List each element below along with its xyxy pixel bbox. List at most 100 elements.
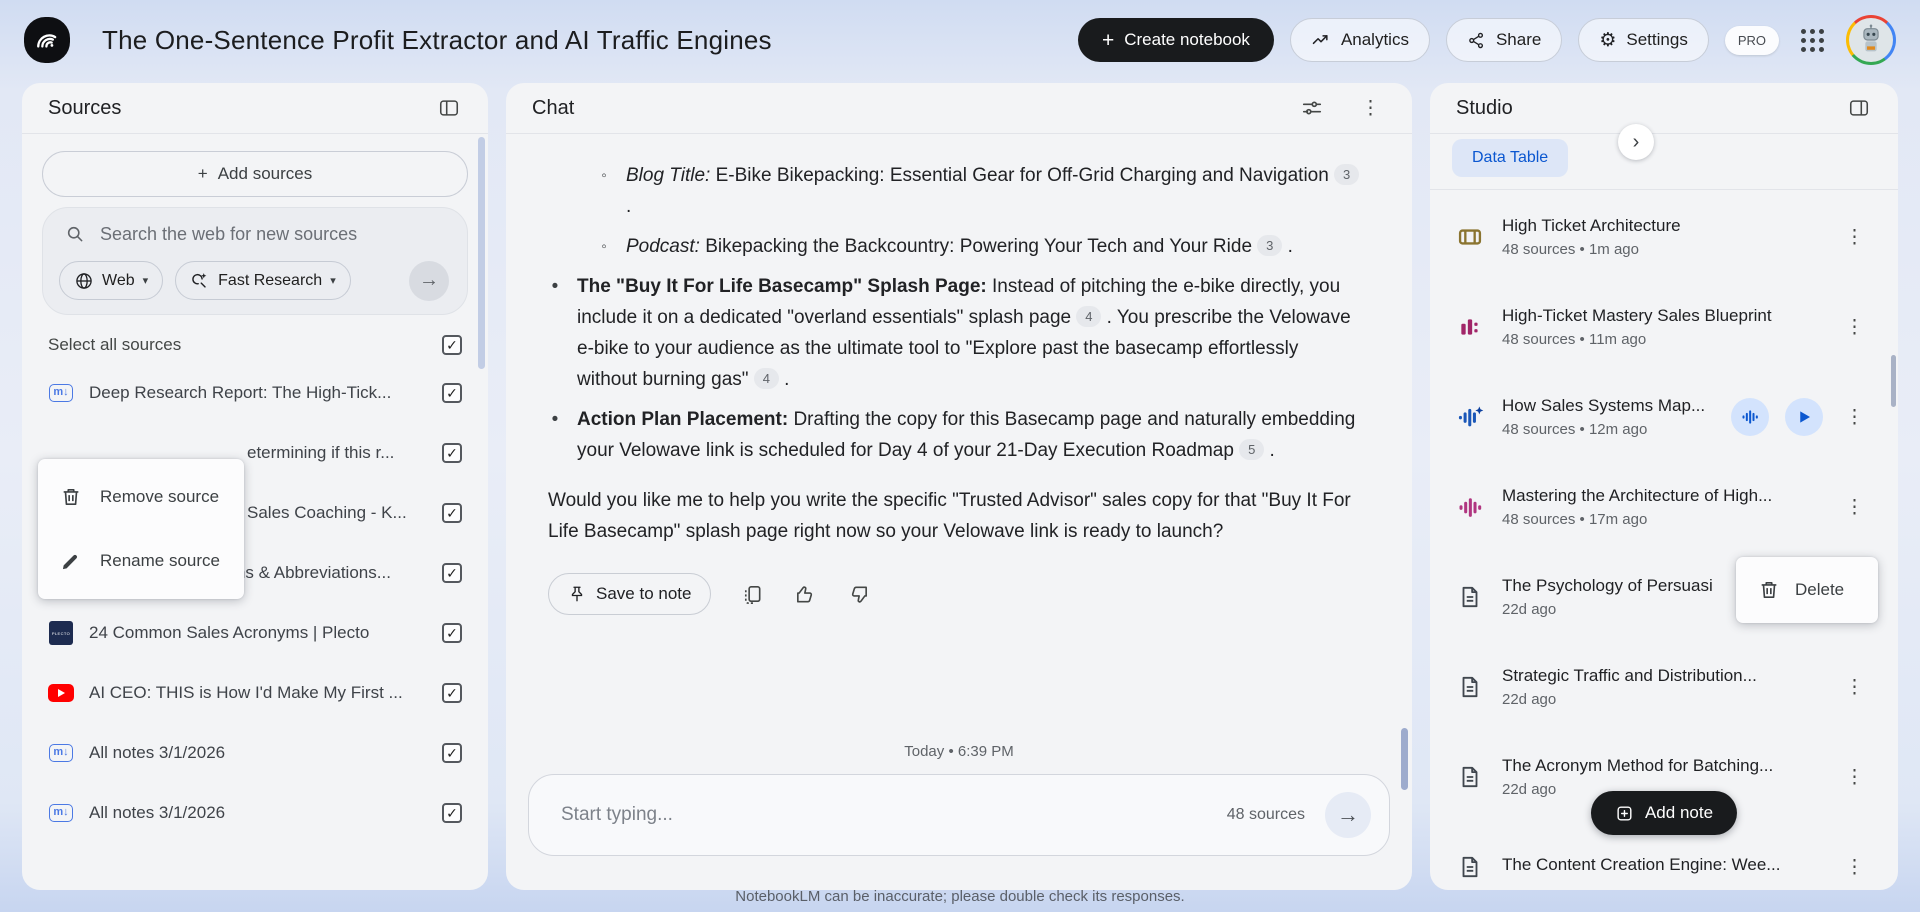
search-filters-row: Web ▾ Fast Research ▾ → <box>59 260 451 301</box>
source-row[interactable]: m↓ All notes 3/1/2026 ✓ <box>22 723 488 783</box>
save-to-note-label: Save to note <box>596 584 692 603</box>
add-sources-label: Add sources <box>217 164 313 183</box>
send-button[interactable]: → <box>1325 792 1371 838</box>
add-sources-button[interactable]: + Add sources <box>42 151 468 197</box>
search-input[interactable] <box>100 224 451 245</box>
thumbs-up-icon[interactable] <box>794 583 817 606</box>
delete-label: Delete <box>1795 580 1845 599</box>
studio-item-title: How Sales Systems Map... <box>1502 396 1706 415</box>
bullet-icon: • <box>551 276 559 297</box>
studio-item-text: High Ticket Architecture 48 sources • 1m… <box>1502 216 1823 258</box>
studio-item[interactable]: How Sales Systems Map... 48 sources • 12… <box>1430 372 1898 462</box>
bullet-icon: • <box>551 409 559 430</box>
chips-next-arrow-button[interactable]: › <box>1618 124 1654 160</box>
source-checkbox[interactable]: ✓ <box>442 803 462 823</box>
pro-badge: PRO <box>1724 25 1779 55</box>
chat-settings-tune-icon[interactable] <box>1299 95 1325 121</box>
closing-question: Would you like me to help you write the … <box>548 490 1351 542</box>
header-actions: + Create notebook Analytics Share ⚙ Sett… <box>1077 15 1896 65</box>
list-item: • Action Plan Placement: Drafting the co… <box>548 404 1362 466</box>
source-checkbox[interactable]: ✓ <box>442 563 462 583</box>
notebooklm-logo-icon[interactable] <box>24 17 70 63</box>
notebook-title[interactable]: The One-Sentence Profit Extractor and AI… <box>102 25 772 56</box>
select-all-checkbox[interactable]: ✓ <box>442 335 462 355</box>
studio-item[interactable]: Mastering the Architecture of High... 48… <box>1430 462 1898 552</box>
sources-panel: Sources + Add sources Search the web for… <box>22 83 488 890</box>
studio-item[interactable]: Strategic Traffic and Distribution... 22… <box>1430 642 1898 732</box>
source-row[interactable]: m↓ All notes 3/1/2026 ✓ <box>22 783 488 843</box>
list-item: ◦ Podcast: Bikepacking the Backcountry: … <box>597 231 1362 262</box>
remove-source-menu-item[interactable]: Remove source <box>38 465 244 529</box>
chat-more-menu-icon[interactable]: ⋮ <box>1355 93 1386 124</box>
interactive-mode-button[interactable] <box>1731 398 1769 436</box>
disclaimer-text: NotebookLM can be inaccurate; please dou… <box>735 888 1185 905</box>
source-checkbox[interactable]: ✓ <box>442 623 462 643</box>
search-submit-button[interactable]: → <box>409 260 449 301</box>
source-checkbox[interactable]: ✓ <box>442 503 462 523</box>
source-title: AI CEO: THIS is How I'd Make My First ..… <box>89 683 403 702</box>
source-row[interactable]: PLECTO 24 Common Sales Acronyms | Plecto… <box>22 603 488 663</box>
delete-menu-item[interactable]: Delete <box>1736 561 1878 619</box>
chevron-down-icon: ▾ <box>142 275 149 287</box>
collapse-studio-panel-icon[interactable] <box>1846 95 1872 121</box>
studio-item-menu-icon[interactable]: ⋮ <box>1839 492 1870 523</box>
trending-up-icon <box>1311 30 1331 50</box>
studio-item-menu-icon[interactable]: ⋮ <box>1839 222 1870 253</box>
chat-input[interactable] <box>561 804 1207 826</box>
chat-timestamp: Today • 6:39 PM <box>904 743 1014 760</box>
source-checkbox[interactable]: ✓ <box>442 683 462 703</box>
studio-item-text: How Sales Systems Map... 48 sources • 12… <box>1502 396 1715 438</box>
citation-chip[interactable]: 3 <box>1334 164 1360 185</box>
studio-item-menu-icon[interactable]: ⋮ <box>1839 312 1870 343</box>
collapse-sources-panel-icon[interactable] <box>436 95 462 121</box>
studio-item-menu-icon[interactable]: ⋮ <box>1839 672 1870 703</box>
studio-item-menu-icon[interactable]: ⋮ <box>1839 762 1870 793</box>
rename-source-menu-item[interactable]: Rename source <box>38 529 244 593</box>
chat-panel: Chat ⋮ ◦ Blog Title: E-Bike Bikepacking:… <box>506 83 1412 890</box>
thumbs-down-icon[interactable] <box>847 583 870 606</box>
citation-chip[interactable]: 4 <box>753 368 779 389</box>
studio-item-menu-icon[interactable]: ⋮ <box>1839 852 1870 883</box>
web-filter-dropdown[interactable]: Web ▾ <box>59 261 164 300</box>
share-button[interactable]: Share <box>1445 18 1563 62</box>
studio-item-menu-icon[interactable]: ⋮ <box>1839 402 1870 433</box>
citation-chip[interactable]: 5 <box>1239 439 1265 460</box>
sources-scrollbar[interactable] <box>478 137 485 369</box>
sub-bullet-list: ◦ Blog Title: E-Bike Bikepacking: Essent… <box>597 160 1362 262</box>
copy-icon[interactable] <box>741 583 764 606</box>
citation-chip[interactable]: 4 <box>1076 306 1102 327</box>
source-row[interactable]: m↓ Deep Research Report: The High-Tick..… <box>22 363 488 423</box>
studio-scrollbar[interactable] <box>1891 355 1896 407</box>
settings-button[interactable]: ⚙ Settings <box>1578 18 1709 62</box>
user-avatar[interactable] <box>1846 15 1896 65</box>
studio-item-title: High Ticket Architecture <box>1502 216 1681 235</box>
analytics-button[interactable]: Analytics <box>1289 18 1430 62</box>
research-sparkle-icon <box>190 271 210 291</box>
divider <box>1430 189 1898 190</box>
play-button[interactable] <box>1785 398 1823 436</box>
notebooklm-app: { "header": { "title": "The One-Sentence… <box>0 0 1920 912</box>
chat-scrollbar[interactable] <box>1401 728 1408 790</box>
source-checkbox[interactable]: ✓ <box>442 443 462 463</box>
app-header: The One-Sentence Profit Extractor and AI… <box>0 0 1920 80</box>
citation-chip[interactable]: 3 <box>1257 235 1283 256</box>
save-to-note-button[interactable]: Save to note <box>548 573 712 615</box>
create-notebook-button[interactable]: + Create notebook <box>1077 18 1274 62</box>
source-checkbox[interactable]: ✓ <box>442 383 462 403</box>
source-row[interactable]: AI CEO: THIS is How I'd Make My First ..… <box>22 663 488 723</box>
add-note-button[interactable]: Add note <box>1590 791 1738 835</box>
source-context-menu: Remove source Rename source <box>38 459 244 599</box>
studio-item[interactable]: High-Ticket Mastery Sales Blueprint 48 s… <box>1430 282 1898 372</box>
source-checkbox[interactable]: ✓ <box>442 743 462 763</box>
chevron-down-icon: ▾ <box>330 275 336 287</box>
research-mode-dropdown[interactable]: Fast Research ▾ <box>175 261 351 300</box>
assistant-message: ◦ Blog Title: E-Bike Bikepacking: Essent… <box>506 134 1412 615</box>
list-item: • The "Buy It For Life Basecamp" Splash … <box>548 271 1362 395</box>
studio-item[interactable]: High Ticket Architecture 48 sources • 1m… <box>1430 192 1898 282</box>
rename-source-label: Rename source <box>100 551 221 570</box>
apps-grid-icon[interactable] <box>1795 23 1830 58</box>
studio-chips-row: Data Table › <box>1430 124 1898 190</box>
plecto-favicon: PLECTO <box>48 621 74 645</box>
studio-item-title: The Acronym Method for Batching... <box>1502 756 1774 775</box>
data-table-chip[interactable]: Data Table <box>1452 139 1569 177</box>
